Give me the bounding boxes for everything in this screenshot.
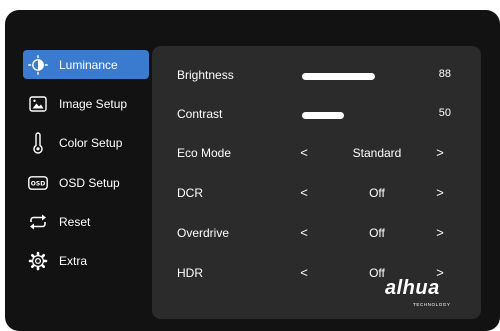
- image-icon: [27, 93, 49, 115]
- eco-mode-prev-button[interactable]: <: [298, 145, 310, 160]
- contrast-slider[interactable]: [302, 112, 344, 119]
- sidebar-item-label: Color Setup: [59, 135, 123, 150]
- brand-logo-tagline: TECHNOLOGY: [413, 302, 451, 307]
- eco-mode-label: Eco Mode: [177, 146, 232, 160]
- overdrive-label: Overdrive: [177, 226, 230, 240]
- brightness-label: Brightness: [177, 68, 234, 82]
- hdr-label: HDR: [177, 266, 203, 280]
- overdrive-prev-button[interactable]: <: [298, 225, 310, 240]
- eco-mode-next-button[interactable]: >: [434, 145, 446, 160]
- hdr-prev-button[interactable]: <: [298, 265, 310, 280]
- sidebar-item-label: Image Setup: [59, 96, 128, 111]
- contrast-label: Contrast: [177, 107, 223, 121]
- overdrive-next-button[interactable]: >: [434, 225, 446, 240]
- sidebar-item-label: Extra: [59, 253, 88, 268]
- brand-logo-wordmark: alhua: [385, 277, 440, 299]
- dcr-row: DCR < Off >: [152, 178, 481, 208]
- contrast-row: Contrast 50: [152, 99, 481, 129]
- brightness-slider[interactable]: [302, 73, 375, 80]
- brightness-value: 88: [438, 68, 451, 80]
- sidebar: Luminance Image Setup Color Setup OSD OS…: [5, 10, 155, 331]
- overdrive-value: Off: [369, 226, 385, 240]
- sidebar-item-image-setup[interactable]: Image Setup: [23, 89, 149, 118]
- osd-icon: OSD: [27, 172, 49, 194]
- sidebar-item-label: Reset: [59, 214, 91, 229]
- brightness-icon: [27, 54, 49, 76]
- sidebar-item-reset[interactable]: Reset: [23, 207, 149, 236]
- sidebar-item-extra[interactable]: Extra: [23, 246, 149, 275]
- dcr-next-button[interactable]: >: [434, 185, 446, 200]
- svg-text:OSD: OSD: [31, 180, 45, 187]
- sidebar-item-label: OSD Setup: [59, 175, 120, 190]
- thermometer-icon: [27, 131, 49, 154]
- settings-panel: Brightness 88 Contrast 50 Eco Mode < Sta…: [152, 46, 481, 319]
- sidebar-item-osd-setup[interactable]: OSD OSD Setup: [23, 168, 149, 197]
- gear-icon: [27, 250, 49, 272]
- dcr-prev-button[interactable]: <: [298, 185, 310, 200]
- eco-mode-value: Standard: [352, 146, 402, 160]
- brightness-row: Brightness 88: [152, 60, 481, 90]
- dcr-value: Off: [369, 186, 385, 200]
- eco-mode-row: Eco Mode < Standard >: [152, 138, 481, 168]
- reset-arrows-icon: [27, 211, 49, 233]
- sidebar-item-color-setup[interactable]: Color Setup: [23, 128, 149, 157]
- sidebar-item-luminance[interactable]: Luminance: [23, 50, 149, 79]
- sidebar-item-label: Luminance: [59, 57, 118, 72]
- osd-menu: Luminance Image Setup Color Setup OSD OS…: [5, 10, 500, 331]
- overdrive-row: Overdrive < Off >: [152, 218, 481, 248]
- contrast-value: 50: [438, 107, 451, 119]
- dcr-label: DCR: [177, 186, 203, 200]
